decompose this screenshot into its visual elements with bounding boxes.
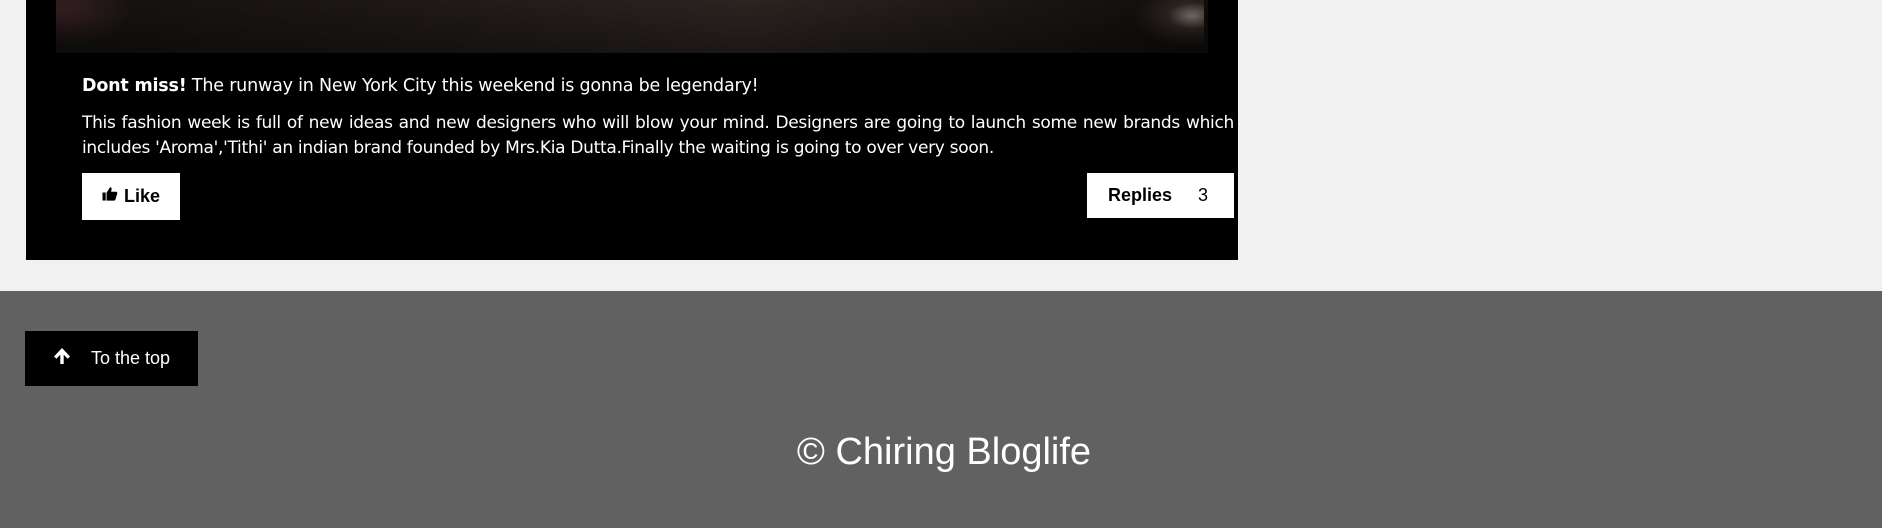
replies-count: 3 [1198,185,1209,205]
post-headline-text: The runway in New York City this weekend… [186,76,759,96]
post-headline: Dont miss! The runway in New York City t… [82,74,1234,98]
arrow-up-icon [53,347,91,370]
replies-label: Replies [1108,185,1173,205]
post-headline-bold: Dont miss! [82,76,187,96]
post-image-shade [56,0,1208,53]
post-body: This fashion week is full of new ideas a… [82,113,1234,158]
footer: To the top © Chiring Bloglife [0,291,1882,528]
like-label: Like [123,186,161,206]
post-image [56,0,1208,53]
page: Dont miss! The runway in New York City t… [0,0,1882,528]
copyright-text: © Chiring Bloglife [796,431,1092,473]
blog-post-card: Dont miss! The runway in New York City t… [26,0,1238,260]
to-the-top-label: To the top [91,348,171,368]
thumbs-up-icon [102,186,118,207]
like-button[interactable]: Like [82,173,180,220]
to-the-top-button[interactable]: To the top [25,331,198,386]
replies-button[interactable]: Replies 3 [1087,173,1234,218]
